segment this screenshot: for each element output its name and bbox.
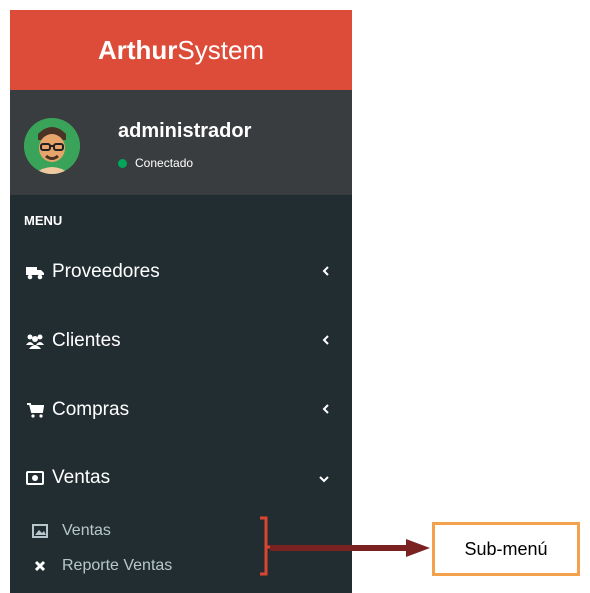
sidebar-item-proveedores[interactable]: Proveedores (10, 247, 352, 297)
chevron-down-icon (318, 467, 330, 489)
user-panel: administrador Conectado (10, 90, 352, 195)
submenu-item-label: Reporte Ventas (62, 557, 173, 574)
brand-name-rest: System (177, 34, 265, 65)
brand-name-bold: Arthur (97, 34, 178, 65)
users-icon (26, 332, 44, 350)
sidebar-item-compras[interactable]: Compras (10, 385, 352, 435)
chevron-left-icon (322, 261, 330, 283)
submenu-callout: Sub-menú (432, 522, 580, 576)
sidebar-item-ventas[interactable]: Ventas (10, 453, 352, 503)
menu-header: MENU (24, 213, 63, 228)
sidebar: Arthur System administrador Conectado MEN… (10, 10, 352, 593)
status-label: Conectado (135, 156, 194, 170)
money-icon (26, 469, 44, 487)
brand-logo[interactable]: Arthur System (10, 10, 352, 90)
arrow-icon (270, 539, 430, 557)
sidebar-item-label: Compras (52, 399, 130, 420)
avatar (24, 118, 80, 174)
online-status: Conectado (118, 156, 193, 170)
shopping-cart-icon (26, 401, 44, 419)
sidebar-item-label: Proveedores (52, 261, 160, 282)
chevron-left-icon (322, 399, 330, 421)
submenu-item-label: Ventas (62, 522, 111, 539)
sidebar-item-clientes[interactable]: Clientes (10, 316, 352, 366)
image-icon (32, 523, 48, 539)
chevron-left-icon (322, 330, 330, 352)
username: administrador (118, 120, 252, 142)
truck-icon (26, 263, 44, 281)
status-dot-icon (118, 158, 127, 168)
sidebar-item-label: Ventas (52, 467, 111, 488)
sidebar-item-label: Clientes (52, 330, 121, 351)
times-icon (32, 558, 48, 574)
